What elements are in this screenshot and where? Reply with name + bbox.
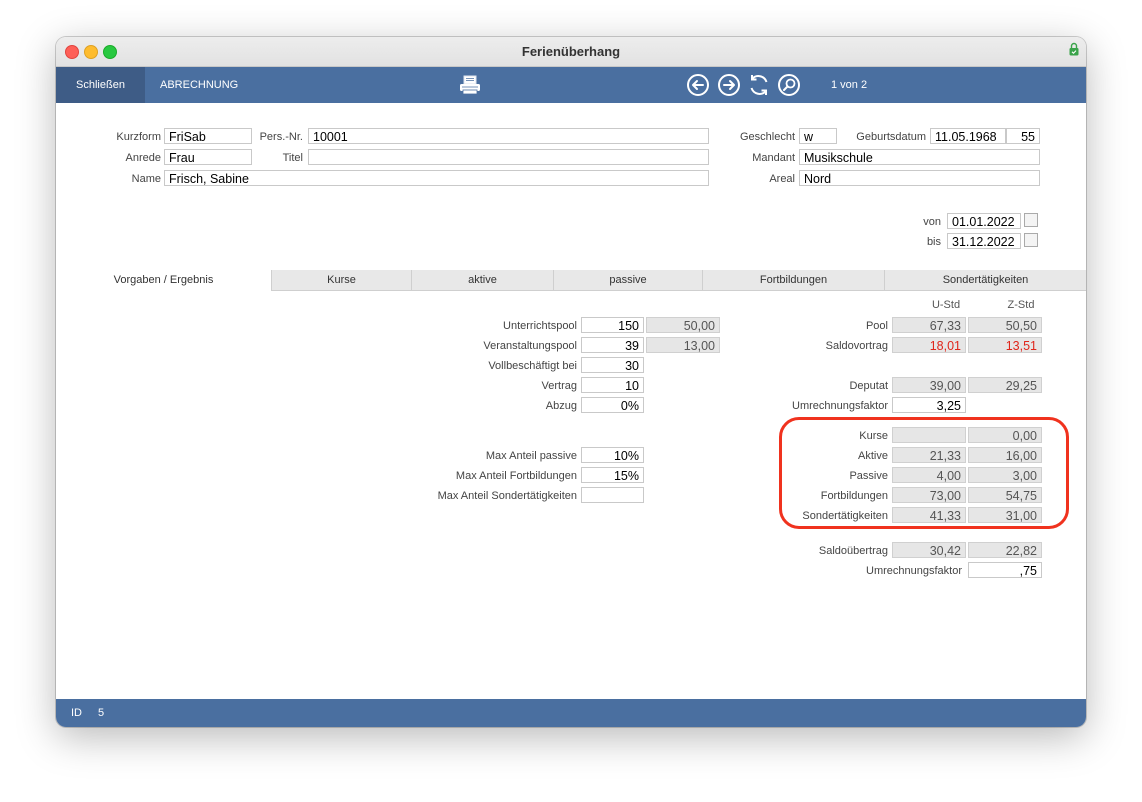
calendar-icon[interactable] <box>1024 233 1038 247</box>
pool-label: Pool <box>865 320 888 332</box>
von-label: von <box>923 216 941 228</box>
kurzform-label: Kurzform <box>116 131 161 143</box>
column-header-u-std: U-Std <box>931 299 961 311</box>
vertrag-field[interactable]: 10 <box>581 377 644 393</box>
titel-field[interactable] <box>308 149 709 165</box>
record-counter: 1 von 2 <box>831 79 868 91</box>
veranstaltungspool-z-field: 13,00 <box>646 337 720 353</box>
unterrichtspool-label: Unterrichtspool <box>503 320 577 332</box>
aktive-z-field: 16,00 <box>968 447 1042 463</box>
tab-fortbildungen[interactable]: Fortbildungen <box>702 270 884 290</box>
max-passive-field[interactable]: 10% <box>581 447 644 463</box>
veranstaltungspool-field[interactable]: 39 <box>581 337 644 353</box>
geschlecht-field[interactable]: w <box>799 128 837 144</box>
bis-date-field[interactable]: 31.12.2022 <box>947 233 1021 249</box>
printer-icon[interactable] <box>459 75 481 95</box>
tab-kurse[interactable]: Kurse <box>271 270 411 290</box>
abzug-label: Abzug <box>545 400 577 412</box>
areal-field[interactable]: Nord <box>799 170 1040 186</box>
refresh-icon[interactable] <box>747 73 771 97</box>
umrechnungsfaktor2-label: Umrechnungsfaktor <box>866 565 962 577</box>
tab-bar: Vorgaben / Ergebnis Kurse aktive passive… <box>56 270 1086 291</box>
vertrag-label: Vertrag <box>541 380 577 392</box>
alter-field[interactable]: 55 <box>1006 128 1040 144</box>
kurse-label: Kurse <box>859 430 888 442</box>
persnr-label: Pers.-Nr. <box>259 131 303 143</box>
max-sonder-field[interactable] <box>581 487 644 503</box>
areal-label: Areal <box>769 173 795 185</box>
window-title: Ferienüberhang <box>521 44 621 59</box>
max-fortbildungen-field[interactable]: 15% <box>581 467 644 483</box>
name-label: Name <box>131 173 161 185</box>
column-header-z-std: Z-Std <box>1007 299 1035 311</box>
bis-label: bis <box>926 236 941 248</box>
geburtsdatum-field[interactable]: 11.05.1968 <box>930 128 1006 144</box>
umrechnungsfaktor2-field[interactable]: ,75 <box>968 562 1042 578</box>
unterrichtspool-field[interactable]: 150 <box>581 317 644 333</box>
pool-z-field: 50,50 <box>968 317 1042 333</box>
saldovortrag-u-field: 18,01 <box>892 337 966 353</box>
title-bar: Ferienüberhang <box>56 37 1086 67</box>
close-button[interactable]: Schließen <box>56 67 145 103</box>
sondertaetigkeiten-label: Sondertätigkeiten <box>802 510 888 522</box>
anrede-field[interactable]: Frau <box>164 149 252 165</box>
titel-label: Titel <box>282 152 303 164</box>
veranstaltungspool-label: Veranstaltungspool <box>483 340 577 352</box>
max-passive-label: Max Anteil passive <box>485 450 577 462</box>
id-label: ID <box>71 707 82 719</box>
unterrichtspool-z-field: 50,00 <box>646 317 720 333</box>
tab-sondertaetigkeiten[interactable]: Sondertätigkeiten <box>884 270 1086 290</box>
arrow-left-icon[interactable] <box>686 73 710 97</box>
search-icon[interactable] <box>777 73 801 97</box>
tab-passive[interactable]: passive <box>553 270 702 290</box>
saldouebertrag-z-field: 22,82 <box>968 542 1042 558</box>
calendar-icon[interactable] <box>1024 213 1038 227</box>
mandant-field[interactable]: Musikschule <box>799 149 1040 165</box>
name-field[interactable]: Frisch, Sabine <box>164 170 709 186</box>
arrow-right-icon[interactable] <box>717 73 741 97</box>
billing-button[interactable]: ABRECHNUNG <box>160 67 238 103</box>
vollbeschaeftigt-field[interactable]: 30 <box>581 357 644 373</box>
saldouebertrag-u-field: 30,42 <box>892 542 966 558</box>
aktive-u-field: 21,33 <box>892 447 966 463</box>
fortbildungen-label: Fortbildungen <box>820 490 888 502</box>
kurse-u-field <box>892 427 966 443</box>
fortbildungen-u-field: 73,00 <box>892 487 966 503</box>
lock-icon <box>1069 42 1079 56</box>
abzug-field[interactable]: 0% <box>581 397 644 413</box>
passive-u-field: 4,00 <box>892 467 966 483</box>
max-sonder-label: Max Anteil Sondertätigkeiten <box>437 490 577 502</box>
vollbeschaeftigt-label: Vollbeschäftigt bei <box>488 360 577 372</box>
saldovortrag-label: Saldovortrag <box>825 340 888 352</box>
mandant-label: Mandant <box>752 152 795 164</box>
app-window: Ferienüberhang Schließen ABRECHNUNG 1 vo… <box>56 37 1086 727</box>
passive-label: Passive <box>849 470 888 482</box>
geburtsdatum-label: Geburtsdatum <box>856 131 926 143</box>
persnr-field[interactable]: 10001 <box>308 128 709 144</box>
tab-aktive[interactable]: aktive <box>411 270 553 290</box>
sondertaetigkeiten-u-field: 41,33 <box>892 507 966 523</box>
deputat-u-field: 39,00 <box>892 377 966 393</box>
fortbildungen-z-field: 54,75 <box>968 487 1042 503</box>
aktive-label: Aktive <box>858 450 888 462</box>
pool-u-field: 67,33 <box>892 317 966 333</box>
passive-z-field: 3,00 <box>968 467 1042 483</box>
umrechnungsfaktor-label: Umrechnungsfaktor <box>792 400 888 412</box>
kurse-z-field: 0,00 <box>968 427 1042 443</box>
von-date-field[interactable]: 01.01.2022 <box>947 213 1021 229</box>
status-bar: ID 5 <box>56 699 1086 727</box>
tab-vorgaben-ergebnis[interactable]: Vorgaben / Ergebnis <box>56 270 271 291</box>
id-value: 5 <box>98 707 105 719</box>
umrechnungsfaktor-field[interactable]: 3,25 <box>892 397 966 413</box>
max-fortbildungen-label: Max Anteil Fortbildungen <box>455 470 577 482</box>
saldovortrag-z-field: 13,51 <box>968 337 1042 353</box>
geschlecht-label: Geschlecht <box>739 131 795 143</box>
deputat-z-field: 29,25 <box>968 377 1042 393</box>
deputat-label: Deputat <box>849 380 888 392</box>
sondertaetigkeiten-z-field: 31,00 <box>968 507 1042 523</box>
toolbar: Schließen ABRECHNUNG 1 von 2 <box>56 67 1086 103</box>
anrede-label: Anrede <box>125 152 161 164</box>
kurzform-field[interactable]: FriSab <box>164 128 252 144</box>
saldouebertrag-label: Saldoübertrag <box>818 545 888 557</box>
